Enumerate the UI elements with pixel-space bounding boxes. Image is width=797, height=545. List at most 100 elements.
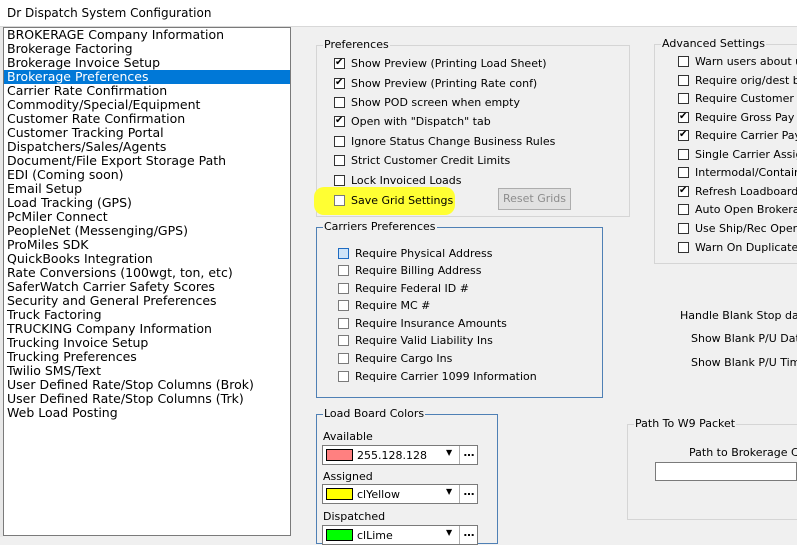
checkbox-label: Single Carrier Assignm xyxy=(695,148,797,161)
adv-single-carrier-assignment[interactable]: Single Carrier Assignm xyxy=(678,147,797,163)
adv-warn-users[interactable]: Warn users about un- xyxy=(678,54,797,70)
nav-item-trucking-company-information[interactable]: TRUCKING Company Information xyxy=(4,322,290,336)
carrier-require-mc[interactable]: Require MC # xyxy=(338,298,430,314)
checkbox-label: Require Valid Liability Ins xyxy=(355,334,493,347)
ellipsis-button[interactable]: … xyxy=(459,446,478,464)
nav-item-brokerage-company-information[interactable]: BROKERAGE Company Information xyxy=(4,28,290,42)
nav-item-peoplenet[interactable]: PeopleNet (Messenging/GPS) xyxy=(4,224,290,238)
checkbox-icon[interactable] xyxy=(334,56,345,70)
checkbox-icon[interactable] xyxy=(334,114,345,128)
adv-auto-open-brokerage[interactable]: Auto Open Brokerage xyxy=(678,202,797,218)
adv-intermodal-container[interactable]: Intermodal/Container xyxy=(678,165,797,181)
nav-item-trucking-preferences[interactable]: Trucking Preferences xyxy=(4,350,290,364)
adv-require-gross-pay[interactable]: Require Gross Pay On xyxy=(678,110,797,126)
checkbox-icon[interactable] xyxy=(678,184,689,198)
nav-item-rate-conversions[interactable]: Rate Conversions (100wgt, ton, etc) xyxy=(4,266,290,280)
carrier-require-federal-id[interactable]: Require Federal ID # xyxy=(338,281,469,297)
checkbox-icon[interactable] xyxy=(338,353,349,364)
nav-item-dispatchers-sales-agents[interactable]: Dispatchers/Sales/Agents xyxy=(4,140,290,154)
pref-show-preview-load-sheet[interactable]: Show Preview (Printing Load Sheet) xyxy=(334,56,547,72)
nav-item-pcmiler-connect[interactable]: PcMiler Connect xyxy=(4,210,290,224)
chevron-down-icon[interactable]: ▼ xyxy=(446,448,452,457)
checkbox-icon[interactable] xyxy=(338,283,349,294)
nav-item-brokerage-invoice-setup[interactable]: Brokerage Invoice Setup xyxy=(4,56,290,70)
preferences-caption: Preferences xyxy=(323,38,390,51)
nav-item-brokerage-factoring[interactable]: Brokerage Factoring xyxy=(4,42,290,56)
nav-item-commodity-special-equipment[interactable]: Commodity/Special/Equipment xyxy=(4,98,290,112)
checkbox-icon[interactable] xyxy=(338,248,349,259)
carrier-require-billing-address[interactable]: Require Billing Address xyxy=(338,263,482,279)
checkbox-icon[interactable] xyxy=(334,97,345,108)
nav-item-web-load-posting[interactable]: Web Load Posting xyxy=(4,406,290,420)
nav-item-load-tracking[interactable]: Load Tracking (GPS) xyxy=(4,196,290,210)
pref-save-grid-settings[interactable]: Save Grid Settings xyxy=(334,193,453,209)
pref-lock-invoiced-loads[interactable]: Lock Invoiced Loads xyxy=(334,173,462,189)
assigned-color-select[interactable]: clYellow ▼ … xyxy=(322,484,478,504)
nav-item-brokerage-preferences[interactable]: Brokerage Preferences xyxy=(4,70,290,84)
nav-item-document-file-export[interactable]: Document/File Export Storage Path xyxy=(4,154,290,168)
chevron-down-icon[interactable]: ▼ xyxy=(446,487,452,496)
checkbox-icon[interactable] xyxy=(678,75,689,86)
nav-item-trucking-invoice-setup[interactable]: Trucking Invoice Setup xyxy=(4,336,290,350)
dispatched-color-select[interactable]: clLime ▼ … xyxy=(322,525,478,545)
checkbox-icon[interactable] xyxy=(678,223,689,234)
carrier-require-physical-address[interactable]: Require Physical Address xyxy=(338,246,493,262)
show-blank-pu-times[interactable]: Show Blank P/U Times xyxy=(691,356,797,369)
checkbox-icon[interactable] xyxy=(338,265,349,276)
nav-item-carrier-rate-confirmation[interactable]: Carrier Rate Confirmation xyxy=(4,84,290,98)
checkbox-icon[interactable] xyxy=(338,318,349,329)
pref-show-pod-screen[interactable]: Show POD screen when empty xyxy=(334,95,520,111)
pref-open-with-dispatch-tab[interactable]: Open with "Dispatch" tab xyxy=(334,114,491,130)
checkbox-icon[interactable] xyxy=(678,110,689,124)
pref-show-preview-rate-conf[interactable]: Show Preview (Printing Rate conf) xyxy=(334,76,537,92)
nav-item-security-general-preferences[interactable]: Security and General Preferences xyxy=(4,294,290,308)
checkbox-icon[interactable] xyxy=(678,204,689,215)
nav-item-twilio-sms[interactable]: Twilio SMS/Text xyxy=(4,364,290,378)
checkbox-icon[interactable] xyxy=(338,300,349,311)
adv-require-carrier-pay[interactable]: Require Carrier Pay O xyxy=(678,128,797,144)
nav-item-user-defined-columns-trk[interactable]: User Defined Rate/Stop Columns (Trk) xyxy=(4,392,290,406)
checkbox-icon[interactable] xyxy=(334,155,345,166)
checkbox-icon[interactable] xyxy=(678,93,689,104)
adv-refresh-loadboard[interactable]: Refresh Loadboard or xyxy=(678,184,797,200)
checkbox-icon[interactable] xyxy=(678,149,689,160)
ellipsis-button[interactable]: … xyxy=(459,485,478,503)
nav-item-quickbooks-integration[interactable]: QuickBooks Integration xyxy=(4,252,290,266)
checkbox-icon[interactable] xyxy=(338,371,349,382)
chevron-down-icon[interactable]: ▼ xyxy=(446,528,452,537)
nav-item-customer-tracking-portal[interactable]: Customer Tracking Portal xyxy=(4,126,290,140)
checkbox-icon[interactable] xyxy=(334,76,345,90)
available-color-select[interactable]: 255.128.128 ▼ … xyxy=(322,445,478,465)
checkbox-icon[interactable] xyxy=(338,335,349,346)
carrier-require-cargo-ins[interactable]: Require Cargo Ins xyxy=(338,351,452,367)
reset-grids-button[interactable]: Reset Grids xyxy=(498,188,571,210)
checkbox-icon[interactable] xyxy=(334,136,345,147)
nav-item-promiles-sdk[interactable]: ProMiles SDK xyxy=(4,238,290,252)
config-nav-list[interactable]: BROKERAGE Company Information Brokerage … xyxy=(3,27,291,536)
carrier-require-valid-liability[interactable]: Require Valid Liability Ins xyxy=(338,333,493,349)
checkbox-icon[interactable] xyxy=(678,56,689,67)
adv-require-orig-dest[interactable]: Require orig/dest befo xyxy=(678,73,797,89)
carrier-require-1099[interactable]: Require Carrier 1099 Information xyxy=(338,369,537,385)
color-value: clYellow xyxy=(357,488,400,501)
nav-item-edi[interactable]: EDI (Coming soon) xyxy=(4,168,290,182)
checkbox-icon[interactable] xyxy=(678,128,689,142)
nav-item-saferwatch[interactable]: SaferWatch Carrier Safety Scores xyxy=(4,280,290,294)
w9-path-input[interactable] xyxy=(655,462,797,481)
adv-warn-on-duplicate-load[interactable]: Warn On Duplicate Lo xyxy=(678,240,797,256)
carrier-require-insurance-amounts[interactable]: Require Insurance Amounts xyxy=(338,316,507,332)
adv-use-ship-rec-open-times[interactable]: Use Ship/Rec Open Tir xyxy=(678,221,797,237)
nav-item-truck-factoring[interactable]: Truck Factoring xyxy=(4,308,290,322)
checkbox-icon[interactable] xyxy=(334,195,345,206)
checkbox-icon[interactable] xyxy=(678,242,689,253)
adv-require-customer-ref[interactable]: Require Customer Ref xyxy=(678,91,797,107)
ellipsis-button[interactable]: … xyxy=(459,526,478,544)
pref-ignore-status-change[interactable]: Ignore Status Change Business Rules xyxy=(334,134,555,150)
nav-item-customer-rate-confirmation[interactable]: Customer Rate Confirmation xyxy=(4,112,290,126)
nav-item-email-setup[interactable]: Email Setup xyxy=(4,182,290,196)
checkbox-icon[interactable] xyxy=(334,175,345,186)
checkbox-icon[interactable] xyxy=(678,167,689,178)
pref-strict-credit-limits[interactable]: Strict Customer Credit Limits xyxy=(334,153,510,169)
nav-item-user-defined-columns-brok[interactable]: User Defined Rate/Stop Columns (Brok) xyxy=(4,378,290,392)
show-blank-pu-dates[interactable]: Show Blank P/U Dates xyxy=(691,332,797,345)
